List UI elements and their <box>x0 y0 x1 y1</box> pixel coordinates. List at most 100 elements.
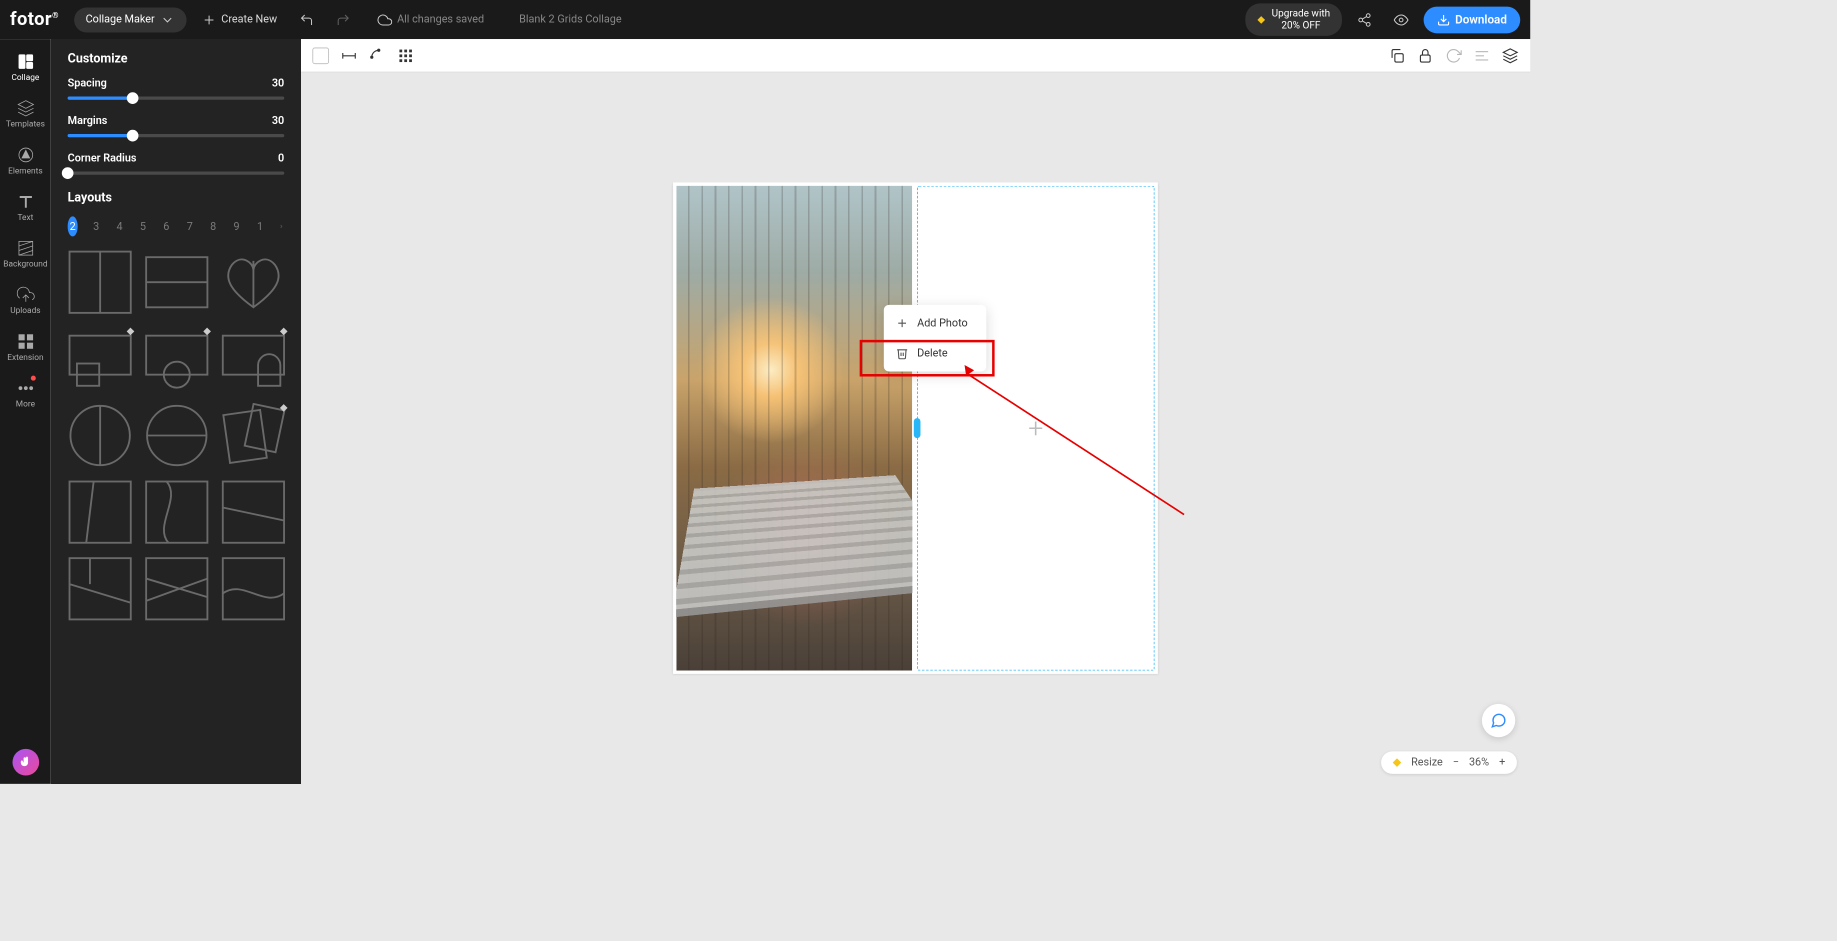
download-button[interactable]: Download <box>1423 6 1520 33</box>
layout-grid: ◆ ◆ ◆ ◆ <box>67 250 284 622</box>
doc-title[interactable]: Blank 2 Grids Collage <box>519 13 621 25</box>
gem-icon: ◆ <box>1257 14 1265 25</box>
chevron-down-icon <box>160 12 175 27</box>
rail-text[interactable]: Text <box>0 184 51 231</box>
layers-icon[interactable] <box>1502 47 1519 64</box>
zoom-out-button[interactable]: − <box>1453 756 1459 768</box>
spacing-slider[interactable]: Spacing30 <box>67 77 284 99</box>
redo-icon <box>335 12 350 27</box>
layout-tab-7[interactable]: 7 <box>185 217 195 237</box>
layout-thumb[interactable]: ◆ <box>221 403 286 468</box>
rail-collage[interactable]: Collage <box>0 44 51 91</box>
help-fab[interactable] <box>12 749 39 776</box>
download-icon <box>1437 13 1450 26</box>
layout-thumb[interactable] <box>67 403 132 468</box>
layout-thumb[interactable] <box>144 556 209 621</box>
collage-cell-2[interactable]: + <box>917 186 1154 671</box>
sidebar-panel: Customize Spacing30 Margins30 Corner Rad… <box>51 39 301 784</box>
add-plus-icon: + <box>1028 412 1043 444</box>
lock-icon[interactable] <box>1417 47 1434 64</box>
layout-thumb[interactable] <box>144 250 209 315</box>
redo-button[interactable] <box>329 9 357 31</box>
canvas-area: + Add Photo Delete ▲ ◆ Resize − 36% + <box>301 39 1531 784</box>
layout-thumb[interactable]: ◆ <box>67 327 132 392</box>
layout-thumb[interactable] <box>67 480 132 545</box>
chat-fab[interactable] <box>1482 704 1515 737</box>
rail-elements[interactable]: Elements <box>0 137 51 184</box>
layout-tab-5[interactable]: 5 <box>138 217 148 237</box>
layout-tab-9[interactable]: 9 <box>231 217 241 237</box>
rail-templates[interactable]: Templates <box>0 91 51 138</box>
icon-rail: Collage Templates Elements Text Backgrou… <box>0 39 51 784</box>
gem-icon: ◆ <box>126 325 134 337</box>
resize-button[interactable]: Resize <box>1411 756 1443 768</box>
create-new-label: Create New <box>221 13 277 25</box>
spacing-tool-icon[interactable] <box>341 47 358 64</box>
resize-handle[interactable] <box>914 418 921 438</box>
canvas-stage[interactable]: + <box>301 72 1531 783</box>
gem-icon: ◆ <box>203 325 211 337</box>
chat-icon <box>1490 712 1507 729</box>
layout-thumb[interactable] <box>144 480 209 545</box>
eye-icon <box>1393 12 1408 27</box>
gem-icon: ◆ <box>280 402 288 414</box>
layout-count-tabs: 2 3 4 5 6 7 8 9 1 <box>67 217 284 237</box>
layout-thumb[interactable] <box>221 250 286 315</box>
layout-tab-8[interactable]: 8 <box>208 217 218 237</box>
zoom-level[interactable]: 36% <box>1469 756 1489 768</box>
collage-icon <box>16 52 34 70</box>
extension-icon <box>16 332 34 350</box>
background-icon <box>16 239 34 257</box>
refresh-icon[interactable] <box>1445 47 1462 64</box>
topbar: fotor® Collage Maker Create New All chan… <box>0 0 1530 39</box>
chevron-right-icon[interactable] <box>278 221 284 233</box>
context-menu: Add Photo Delete <box>884 305 986 372</box>
collage-frame[interactable]: + <box>673 182 1158 673</box>
plus-icon <box>201 12 216 27</box>
ctx-delete[interactable]: Delete <box>884 338 986 368</box>
pattern-tool-icon[interactable] <box>397 47 414 64</box>
logo: fotor® <box>10 9 59 30</box>
rail-extension[interactable]: Extension <box>0 324 51 371</box>
layout-thumb[interactable] <box>221 556 286 621</box>
create-new-button[interactable]: Create New <box>195 9 284 31</box>
undo-button[interactable] <box>292 9 320 31</box>
share-button[interactable] <box>1350 9 1378 31</box>
bg-color-button[interactable] <box>312 47 329 64</box>
layout-tab-4[interactable]: 4 <box>114 217 124 237</box>
layout-tab-2[interactable]: 2 <box>67 217 77 237</box>
layout-thumb[interactable] <box>144 403 209 468</box>
mode-selector[interactable]: Collage Maker <box>74 7 186 32</box>
layout-thumb[interactable] <box>67 250 132 315</box>
collage-cell-1[interactable] <box>676 186 912 671</box>
preview-button[interactable] <box>1387 9 1415 31</box>
layouts-title: Layouts <box>67 190 284 205</box>
layout-tab-6[interactable]: 6 <box>161 217 171 237</box>
elements-icon <box>16 146 34 164</box>
rail-uploads[interactable]: Uploads <box>0 277 51 324</box>
layout-thumb[interactable]: ◆ <box>221 327 286 392</box>
save-status: All changes saved <box>370 9 490 31</box>
rail-more[interactable]: More <box>0 371 51 418</box>
trash-icon <box>895 347 908 360</box>
panel-title: Customize <box>67 51 284 66</box>
layout-tab-10[interactable]: 1 <box>255 217 265 237</box>
zoom-in-button[interactable]: + <box>1499 756 1505 768</box>
radius-tool-icon[interactable] <box>369 47 386 64</box>
copy-icon[interactable] <box>1389 47 1406 64</box>
plus-icon <box>895 317 908 330</box>
upgrade-button[interactable]: ◆ Upgrade with 20% OFF <box>1246 3 1342 36</box>
layout-thumb[interactable] <box>221 480 286 545</box>
radius-slider[interactable]: Corner Radius0 <box>67 152 284 174</box>
layout-thumb[interactable]: ◆ <box>144 327 209 392</box>
ctx-add-photo[interactable]: Add Photo <box>884 308 986 338</box>
photo-image <box>676 186 912 671</box>
layout-tab-3[interactable]: 3 <box>91 217 101 237</box>
layout-thumb[interactable] <box>67 556 132 621</box>
cloud-icon <box>377 12 392 27</box>
align-icon[interactable] <box>1474 47 1491 64</box>
margins-slider[interactable]: Margins30 <box>67 115 284 137</box>
undo-icon <box>299 12 314 27</box>
gem-icon: ◆ <box>280 325 288 337</box>
rail-background[interactable]: Background <box>0 231 51 278</box>
